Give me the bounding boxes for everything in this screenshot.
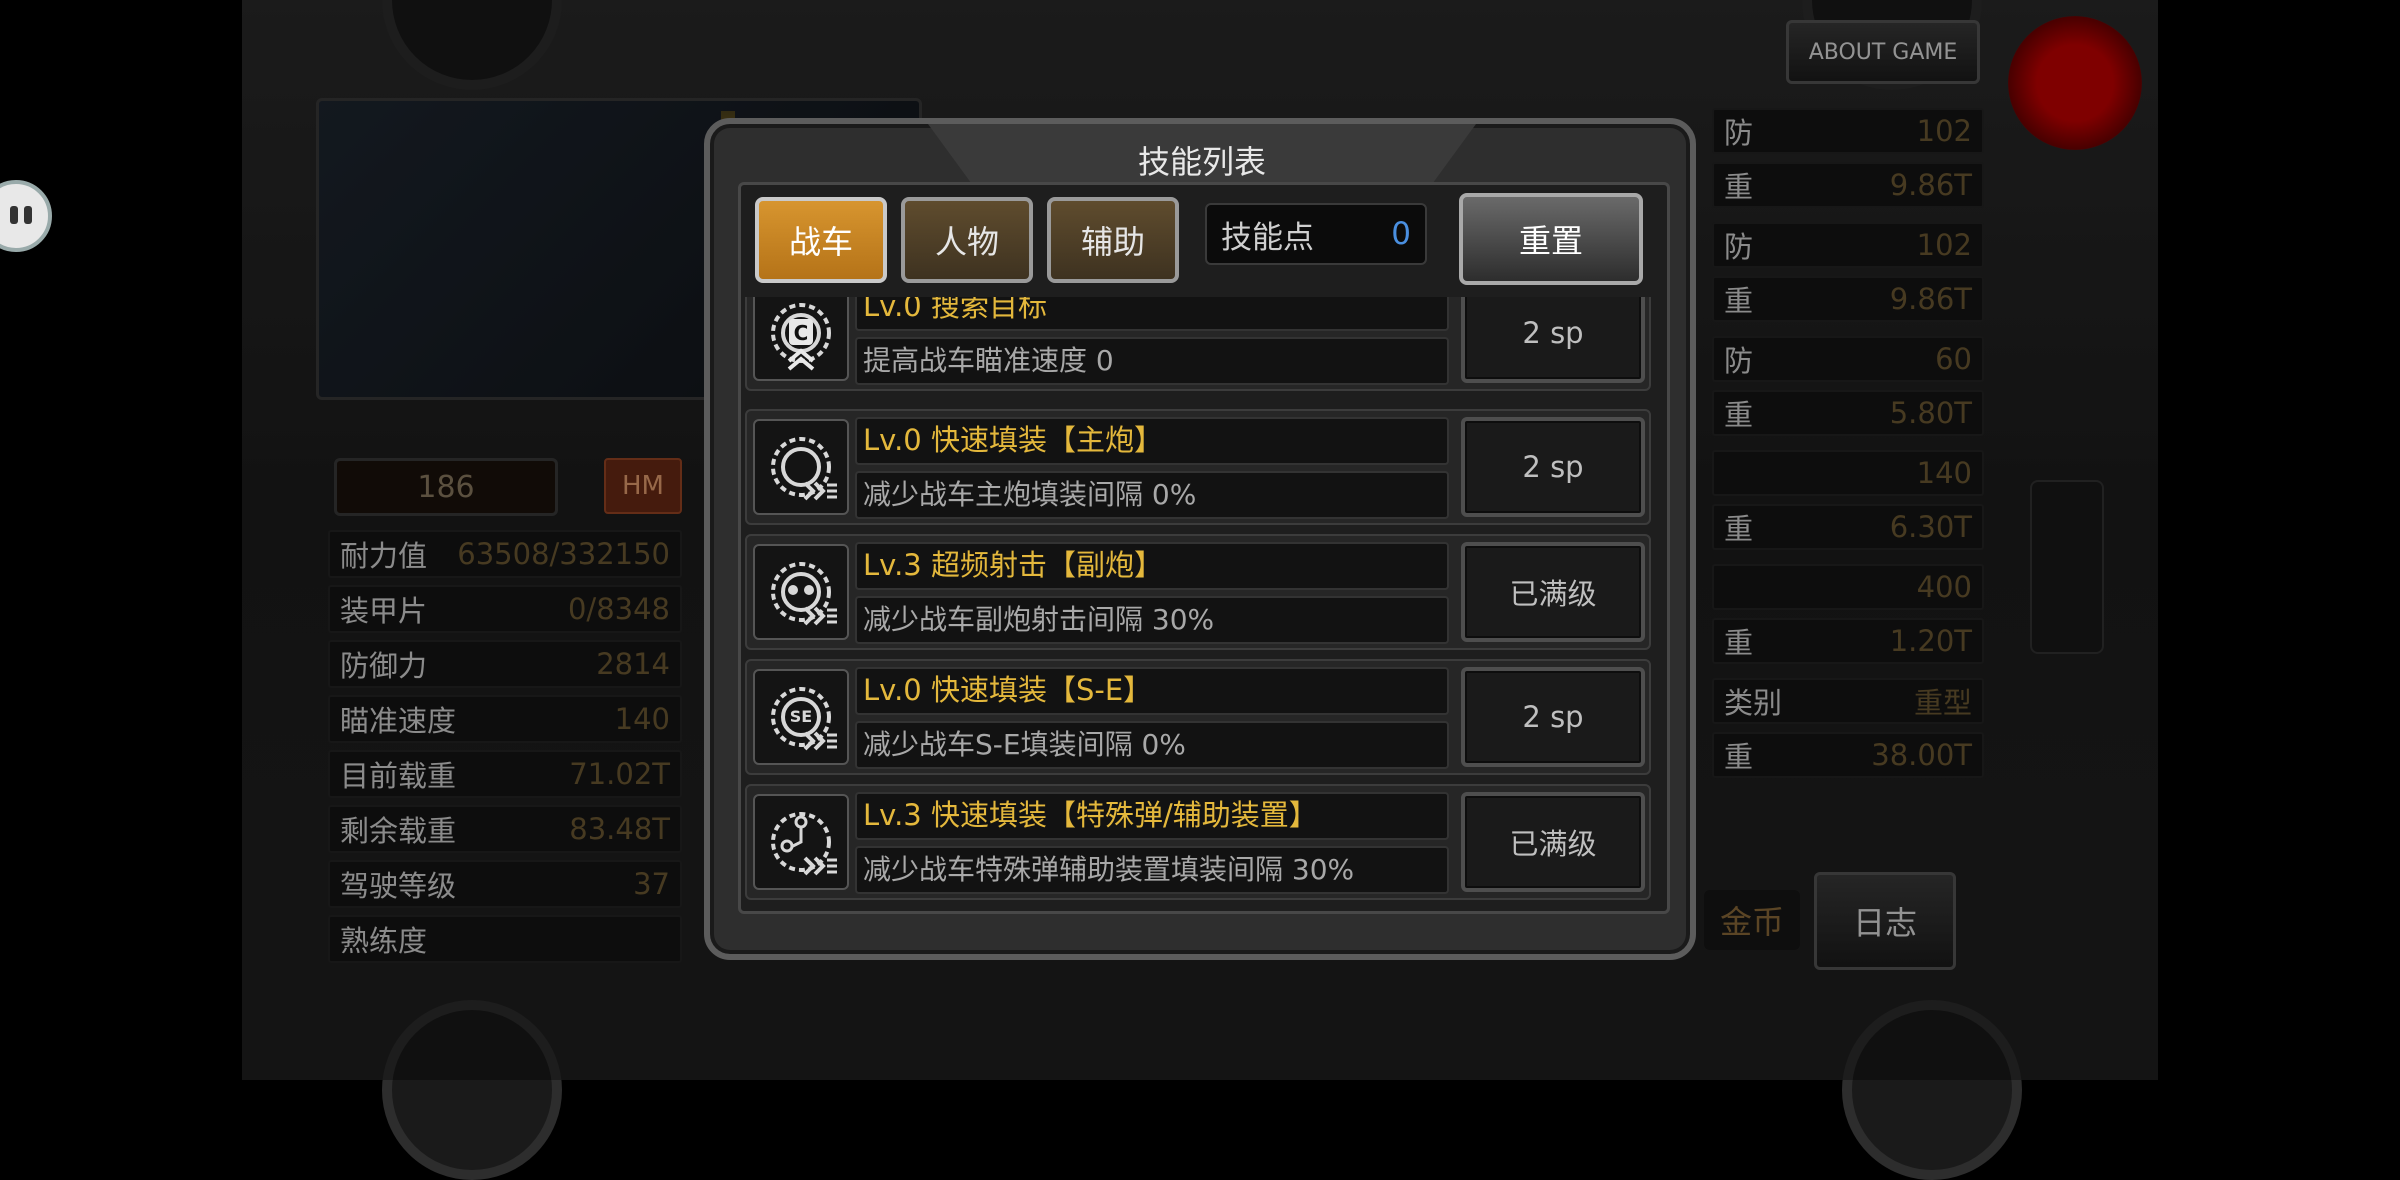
skill-upgrade-button[interactable]: 2 sp (1461, 417, 1645, 517)
sub-cannon-icon (753, 544, 849, 640)
main-cannon-reload-icon (753, 419, 849, 515)
svg-text:C: C (794, 321, 809, 345)
skill-item[interactable]: C Lv.0 搜索目标提高战车瞄准速度 02 sp (745, 297, 1651, 391)
skill-name: Lv.0 快速填装【S-E】 (855, 667, 1449, 715)
skill-description: 提高战车瞄准速度 0 (855, 337, 1449, 385)
dialog-content: 战车 人物 辅助 技能点 0 重置 C Lv.0 搜索目标 提高战车瞄准速度 02 … (738, 182, 1670, 914)
skill-item[interactable]: SE Lv.0 快速填装【S-E】 减少战车S-E填装间隔 0% 2 sp (745, 659, 1651, 775)
skill-item[interactable]: Lv.3 超频射击【副炮】 减少战车副炮射击间隔 30% 已满级 (745, 534, 1651, 650)
skill-item[interactable]: Lv.3 快速填装【特殊弹/辅助装置】 减少战车特殊弹辅助装置填装间隔 30% 已满… (745, 784, 1651, 900)
tab-character[interactable]: 人物 (901, 197, 1033, 283)
skill-name: Lv.3 超频射击【副炮】 (855, 542, 1449, 590)
reset-button[interactable]: 重置 (1459, 193, 1643, 285)
skill-points-value: 0 (1391, 216, 1411, 252)
tab-support[interactable]: 辅助 (1047, 197, 1179, 283)
skill-upgrade-button[interactable]: 已满级 (1461, 792, 1645, 892)
skill-description: 减少战车主炮填装间隔 0% (855, 471, 1449, 519)
skill-description: 减少战车副炮射击间隔 30% (855, 596, 1449, 644)
skill-name: Lv.0 搜索目标 (855, 297, 1449, 331)
skill-points-display: 技能点 0 (1205, 203, 1427, 265)
skill-points-label: 技能点 (1221, 219, 1314, 256)
skill-description: 减少战车S-E填装间隔 0% (855, 721, 1449, 769)
skill-name: Lv.0 快速填装【主炮】 (855, 417, 1449, 465)
skill-upgrade-button[interactable]: 2 sp (1461, 667, 1645, 767)
skill-upgrade-button[interactable]: 已满级 (1461, 542, 1645, 642)
special-ammo-icon (753, 794, 849, 890)
floating-assistant-icon[interactable] (0, 180, 52, 252)
skill-name: Lv.3 快速填装【特殊弹/辅助装置】 (855, 792, 1449, 840)
skill-item[interactable]: Lv.0 快速填装【主炮】 减少战车主炮填装间隔 0% 2 sp (745, 409, 1651, 525)
se-reload-icon: SE (753, 669, 849, 765)
svg-text:SE: SE (790, 707, 812, 726)
tab-tank[interactable]: 战车 (755, 197, 887, 283)
aim-icon: C (753, 297, 849, 381)
skill-list-dialog: 技能列表 战车 人物 辅助 技能点 0 重置 C Lv.0 搜索目标提高战车瞄准速… (704, 118, 1696, 960)
skill-description: 减少战车特殊弹辅助装置填装间隔 30% (855, 846, 1449, 894)
skill-list[interactable]: C Lv.0 搜索目标 提高战车瞄准速度 02 sp Lv.0 快速填装【主炮】 减少战… (745, 297, 1653, 907)
skill-upgrade-button[interactable]: 2 sp (1461, 297, 1645, 383)
dialog-title: 技能列表 (928, 124, 1476, 184)
